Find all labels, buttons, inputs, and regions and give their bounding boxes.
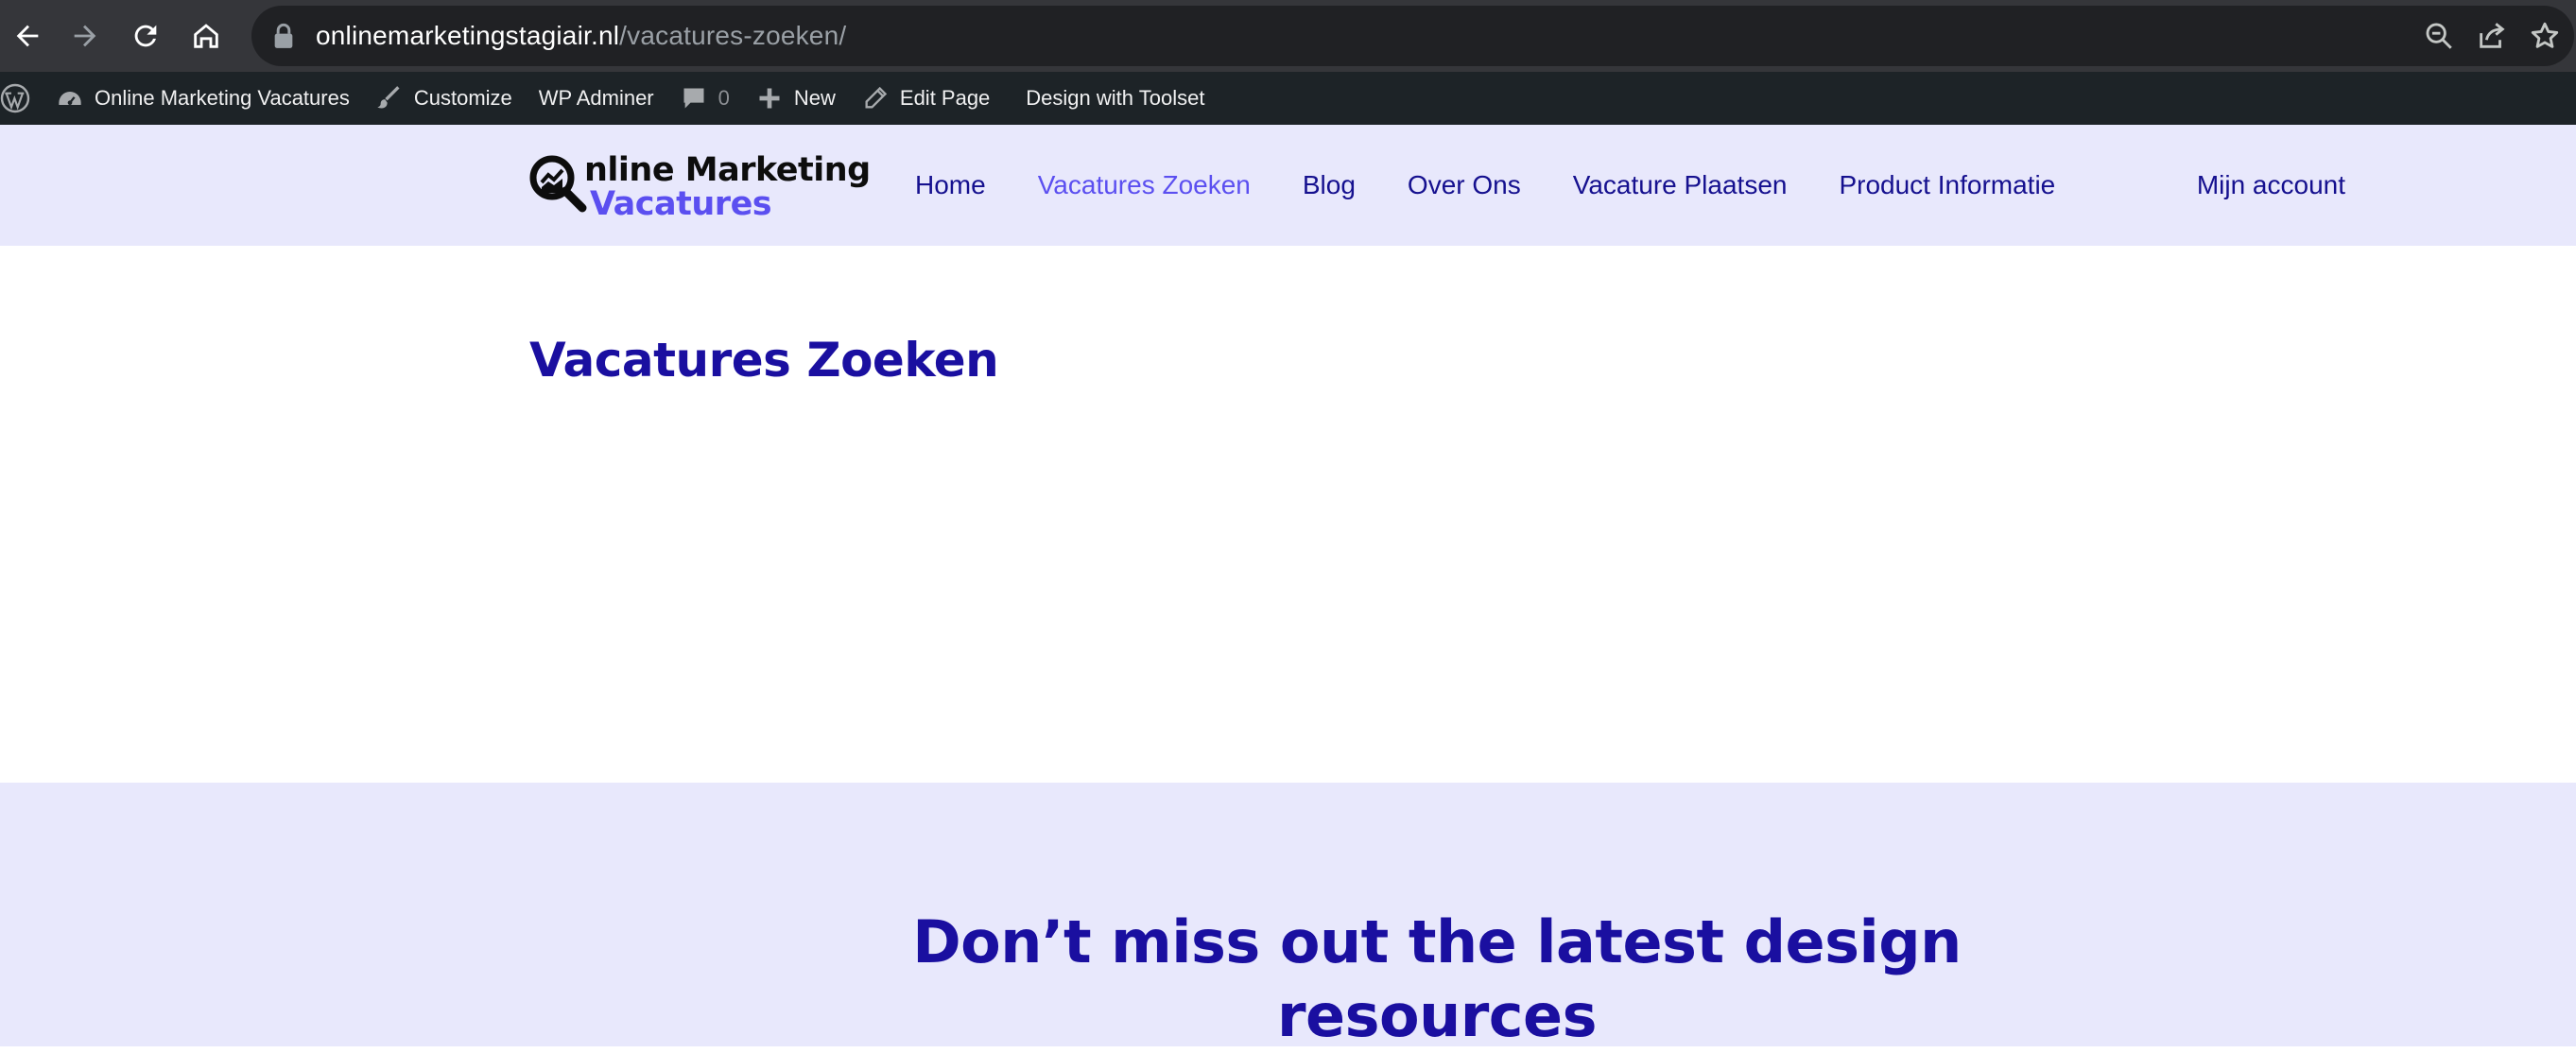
url-path: /vacatures-zoeken/ bbox=[619, 21, 847, 50]
wp-edit-page-label: Edit Page bbox=[899, 86, 991, 110]
my-account-link[interactable]: Mijn account bbox=[2197, 125, 2345, 246]
nav-home[interactable]: Home bbox=[915, 170, 986, 200]
newsletter-section: Don’t miss out the latest design resourc… bbox=[0, 783, 2576, 1050]
wp-edit-page[interactable]: Edit Page bbox=[849, 72, 1003, 125]
browser-toolbar: onlinemarketingstagiair.nl/vacatures-zoe… bbox=[0, 0, 2576, 72]
wp-new-label: New bbox=[793, 86, 836, 110]
logo-text-line1: nline Marketing bbox=[584, 151, 871, 189]
wp-design-with-toolset-label: Design with Toolset bbox=[1026, 86, 1205, 110]
wp-customize-label: Customize bbox=[413, 86, 512, 110]
dashboard-icon bbox=[59, 92, 81, 105]
newsletter-title-wrap: Don’t miss out the latest design resourc… bbox=[908, 906, 1966, 1053]
wp-adminer[interactable]: WP Adminer bbox=[526, 72, 667, 125]
wp-comments[interactable]: 0 bbox=[667, 72, 743, 125]
wp-site-name-label: Online Marketing Vacatures bbox=[95, 86, 350, 110]
wp-site-name[interactable]: Online Marketing Vacatures bbox=[43, 72, 363, 125]
wp-adminer-label: WP Adminer bbox=[538, 86, 654, 110]
main-navigation: Home Vacatures Zoeken Blog Over Ons Vaca… bbox=[915, 125, 2107, 246]
omnibox-actions bbox=[2423, 6, 2561, 66]
bookmark-star-icon[interactable] bbox=[2529, 20, 2561, 52]
reload-button[interactable] bbox=[115, 0, 176, 72]
home-button[interactable] bbox=[176, 0, 236, 72]
pencil-icon bbox=[865, 86, 888, 109]
plus-icon bbox=[759, 88, 780, 109]
home-icon bbox=[194, 24, 218, 48]
lock-icon bbox=[274, 23, 293, 48]
magnifier-chart-logo-icon bbox=[529, 155, 587, 213]
nav-over-ons[interactable]: Over Ons bbox=[1408, 170, 1521, 200]
logo-text-line2: Vacatures bbox=[590, 185, 772, 223]
zoom-out-icon[interactable] bbox=[2423, 20, 2455, 52]
reload-icon bbox=[134, 25, 157, 47]
wp-customize[interactable]: Customize bbox=[363, 72, 526, 125]
forward-button[interactable] bbox=[55, 0, 115, 72]
newsletter-title: Don’t miss out the latest design resourc… bbox=[912, 907, 1962, 1050]
url-text: onlinemarketingstagiair.nl/vacatures-zoe… bbox=[316, 21, 846, 51]
nav-vacatures-zoeken[interactable]: Vacatures Zoeken bbox=[1038, 170, 1251, 200]
wp-new[interactable]: New bbox=[743, 72, 849, 125]
nav-blog[interactable]: Blog bbox=[1303, 170, 1356, 200]
arrow-left-icon bbox=[16, 25, 39, 47]
site-header: nline Marketing Vacatures Home Vacatures… bbox=[0, 125, 2576, 246]
address-bar[interactable]: onlinemarketingstagiair.nl/vacatures-zoe… bbox=[251, 6, 2574, 66]
wp-logo-menu[interactable] bbox=[0, 72, 43, 125]
wp-design-with-toolset[interactable]: Design with Toolset bbox=[1012, 72, 1218, 125]
comment-bubble-icon bbox=[683, 88, 704, 109]
back-button[interactable] bbox=[0, 0, 55, 72]
share-icon[interactable] bbox=[2476, 20, 2508, 52]
wp-comments-count: 0 bbox=[717, 86, 730, 110]
wordpress-logo-icon bbox=[0, 83, 30, 113]
paintbrush-icon bbox=[377, 86, 400, 109]
wp-admin-bar: Online Marketing Vacatures Customize WP … bbox=[0, 72, 2576, 125]
nav-vacature-plaatsen[interactable]: Vacature Plaatsen bbox=[1573, 170, 1788, 200]
arrow-right-icon bbox=[74, 25, 96, 47]
page-title: Vacatures Zoeken bbox=[529, 333, 999, 388]
nav-product-informatie[interactable]: Product Informatie bbox=[1839, 170, 2055, 200]
site-logo[interactable]: nline Marketing Vacatures bbox=[527, 151, 871, 223]
url-host: onlinemarketingstagiair.nl bbox=[316, 21, 620, 50]
